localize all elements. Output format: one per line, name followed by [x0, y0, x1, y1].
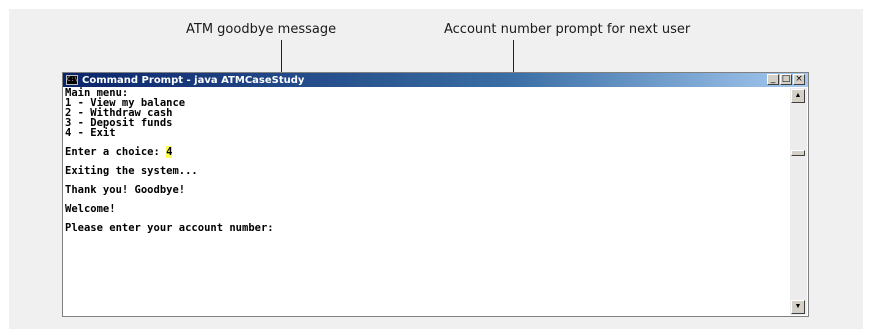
command-prompt-window: C:\ Command Prompt - java ATMCaseStudy _…	[62, 72, 809, 317]
choice-line: Enter a choice: 4	[65, 146, 788, 158]
window-controls: _ □ ×	[767, 74, 805, 85]
scroll-down-arrow-icon[interactable]: ▼	[791, 300, 805, 314]
console-output[interactable]: Main menu: 1 - View my balance 2 - Withd…	[65, 88, 788, 314]
callout-account-prompt: Account number prompt for next user	[444, 22, 691, 37]
console-icon[interactable]: C:\	[66, 75, 78, 85]
menu-option-withdraw: 2 - Withdraw cash	[65, 107, 173, 119]
menu-option-deposit: 3 - Deposit funds	[65, 117, 173, 129]
choice-input-value: 4	[166, 146, 173, 158]
minimize-button[interactable]: _	[767, 74, 779, 85]
choice-prompt: Enter a choice:	[65, 146, 167, 158]
window-title: Command Prompt - java ATMCaseStudy	[82, 74, 305, 86]
callout-goodbye: ATM goodbye message	[186, 22, 337, 37]
account-number-prompt: Please enter your account number:	[65, 222, 274, 234]
menu-option-exit: 4 - Exit	[65, 127, 116, 139]
title-bar[interactable]: C:\ Command Prompt - java ATMCaseStudy _…	[63, 73, 808, 87]
close-button[interactable]: ×	[793, 74, 805, 85]
welcome-message: Welcome!	[65, 203, 116, 215]
scroll-up-arrow-icon[interactable]: ▲	[791, 89, 805, 103]
menu-option-balance: 1 - View my balance	[65, 97, 186, 109]
goodbye-message: Thank you! Goodbye!	[65, 184, 186, 196]
scroll-thumb[interactable]	[791, 150, 805, 156]
exiting-message: Exiting the system...	[65, 165, 198, 177]
maximize-button[interactable]: □	[780, 74, 792, 85]
vertical-scrollbar[interactable]: ▲ ▼	[790, 88, 807, 315]
